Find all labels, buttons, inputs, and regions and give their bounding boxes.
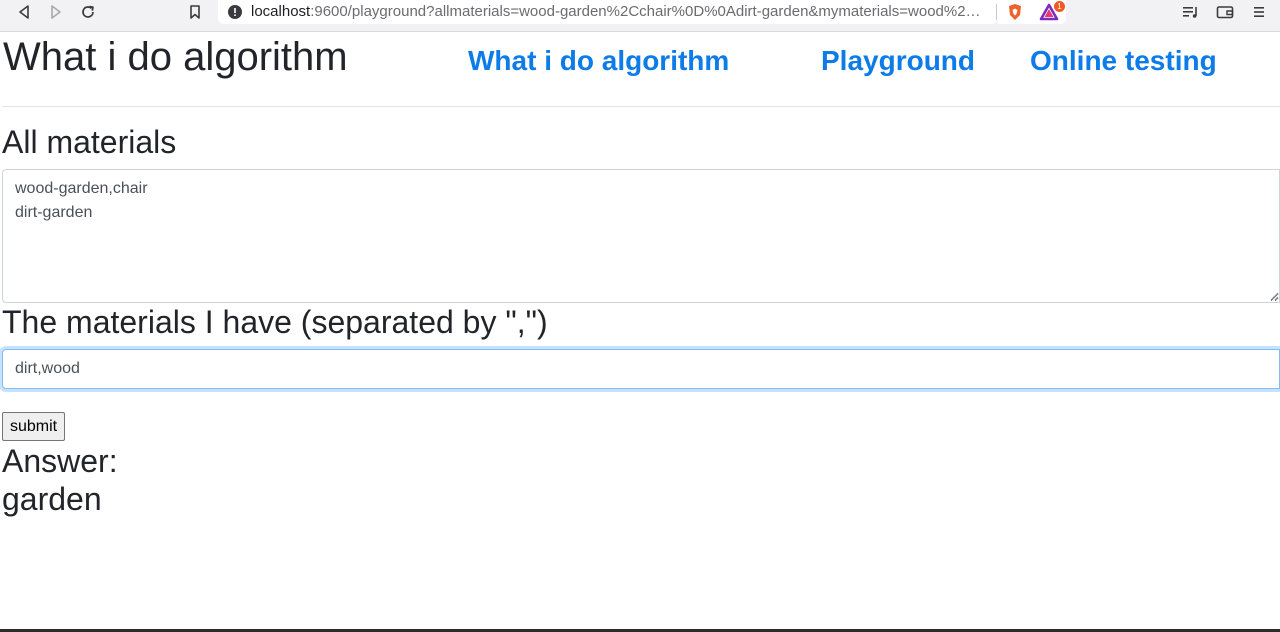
bookmark-icon[interactable] — [181, 2, 209, 22]
menu-icon[interactable] — [1245, 2, 1273, 22]
browser-toolbar: localhost:9600/playground?allmaterials=w… — [0, 0, 1280, 32]
my-materials-heading: The materials I have (separated by ",") — [2, 304, 548, 340]
answer-label: Answer: — [2, 443, 118, 479]
all-materials-textarea[interactable]: wood-garden,chair dirt-garden — [2, 169, 1280, 303]
address-divider — [996, 4, 997, 20]
url-text[interactable]: localhost:9600/playground?allmaterials=w… — [251, 2, 991, 22]
site-info-icon[interactable] — [221, 2, 249, 22]
nav-link-what-i-do-algorithm[interactable]: What i do algorithm — [468, 44, 729, 78]
my-materials-input[interactable] — [2, 349, 1280, 389]
playlist-icon[interactable] — [1177, 2, 1205, 22]
nav-link-online-testing[interactable]: Online testing — [1030, 44, 1217, 78]
submit-button[interactable]: submit — [2, 412, 65, 441]
header-divider — [2, 106, 1280, 107]
back-icon[interactable] — [10, 2, 38, 22]
url-host: localhost — [251, 3, 311, 20]
url-path: :9600/playground?allmaterials=wood-garde… — [310, 3, 981, 20]
reload-icon[interactable] — [74, 2, 102, 22]
answer-value: garden — [2, 481, 102, 517]
notification-badge: 1 — [1054, 1, 1065, 12]
all-materials-heading: All materials — [2, 124, 177, 160]
brave-shield-icon[interactable] — [1001, 2, 1029, 22]
wallet-icon[interactable] — [1211, 2, 1239, 22]
forward-icon[interactable] — [42, 2, 70, 22]
nav-link-playground[interactable]: Playground — [821, 44, 975, 78]
site-title: What i do algorithm — [3, 35, 348, 79]
